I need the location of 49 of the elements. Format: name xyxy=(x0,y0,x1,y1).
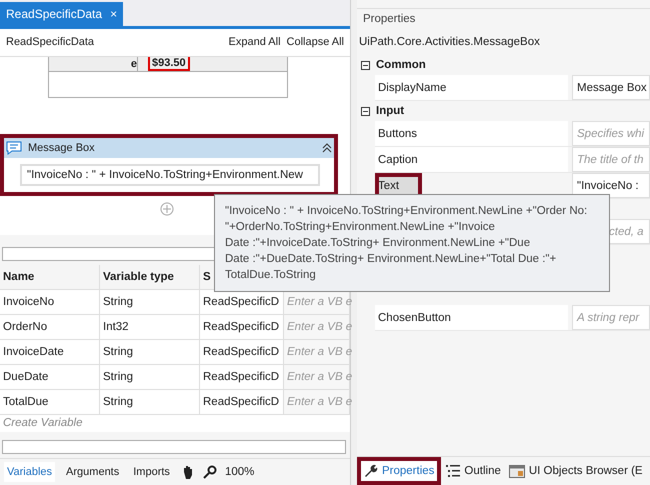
table-cell: Int32 xyxy=(100,314,200,340)
message-icon xyxy=(6,141,22,156)
property-name[interactable]: ChosenButton xyxy=(375,305,568,330)
designer-action-link[interactable]: Collapse All xyxy=(286,36,344,48)
designer-action-link[interactable]: Expand All xyxy=(228,36,281,48)
horizontal-scrollbar[interactable] xyxy=(2,440,346,454)
group-title: Common xyxy=(376,59,426,71)
column-header[interactable]: Name xyxy=(0,264,100,290)
outline-icon xyxy=(446,465,460,477)
zoom-level[interactable]: 100% xyxy=(224,466,254,478)
tooltip: "InvoiceNo : " + InvoiceNo.ToString+Environment.NewLine +"Order No: "+OrderNo.ToString+Environment.NewLine +"Invoice Date :"+InvoiceDate.ToString+ Environment.NewLine +"Due Date :"+DueDate.ToString+ Environment.NewLine+"Total Due :"+ TotalDue.ToString xyxy=(214,194,610,292)
property-value-field[interactable]: "InvoiceNo : xyxy=(572,173,650,198)
wrench-icon xyxy=(364,464,378,478)
panel-tab[interactable]: Imports xyxy=(130,462,173,482)
tab-title: ReadSpecificData xyxy=(6,6,102,21)
table-cell: String xyxy=(100,364,200,390)
panel-tab[interactable]: Outline xyxy=(443,462,504,480)
collapse-icon[interactable] xyxy=(361,60,370,70)
price-value: $93.50 xyxy=(148,57,190,72)
panel-title: Properties xyxy=(363,13,416,25)
property-value-field[interactable]: Message Box xyxy=(572,75,650,100)
table-cell: String xyxy=(100,290,200,315)
panel-tab[interactable]: Properties xyxy=(357,457,442,485)
panel-tab[interactable]: Arguments xyxy=(63,462,122,482)
collapse-icon[interactable] xyxy=(361,106,370,116)
document-tab[interactable]: ReadSpecificData × xyxy=(0,2,124,26)
activity-title: Message Box xyxy=(28,142,95,154)
group-title: Input xyxy=(376,105,404,117)
table-cell: String xyxy=(100,340,200,365)
property-name[interactable]: DisplayName xyxy=(375,75,568,100)
property-name[interactable]: Buttons xyxy=(375,121,568,146)
panel-tab[interactable]: UI Objects Browser (E xyxy=(506,462,646,480)
table-cell: InvoiceDate xyxy=(0,340,100,365)
close-icon[interactable]: × xyxy=(110,6,118,21)
column-header[interactable]: Variable type xyxy=(100,264,200,290)
message-box-activity[interactable]: Message Box "InvoiceNo : " + InvoiceNo.ToString+Environment.New xyxy=(0,134,338,196)
expression-field[interactable]: "InvoiceNo : " + InvoiceNo.ToString+Environment.New xyxy=(20,164,320,186)
table-cell: DueDate xyxy=(0,364,100,390)
table-cell: OrderNo xyxy=(0,314,100,340)
collapse-icon[interactable] xyxy=(322,143,332,154)
activity-type-name: UiPath.Core.Activities.MessageBox xyxy=(359,36,540,48)
property-name[interactable]: Caption xyxy=(375,147,568,172)
preview-cell: e xyxy=(49,57,138,72)
search-icon[interactable] xyxy=(202,465,217,480)
browser-window-icon xyxy=(508,464,525,478)
panel-tab[interactable]: Variables xyxy=(4,462,56,482)
breadcrumb[interactable]: ReadSpecificData xyxy=(6,36,94,48)
table-cell: InvoiceNo xyxy=(0,290,100,315)
create-variable[interactable]: Create Variable xyxy=(3,417,82,430)
